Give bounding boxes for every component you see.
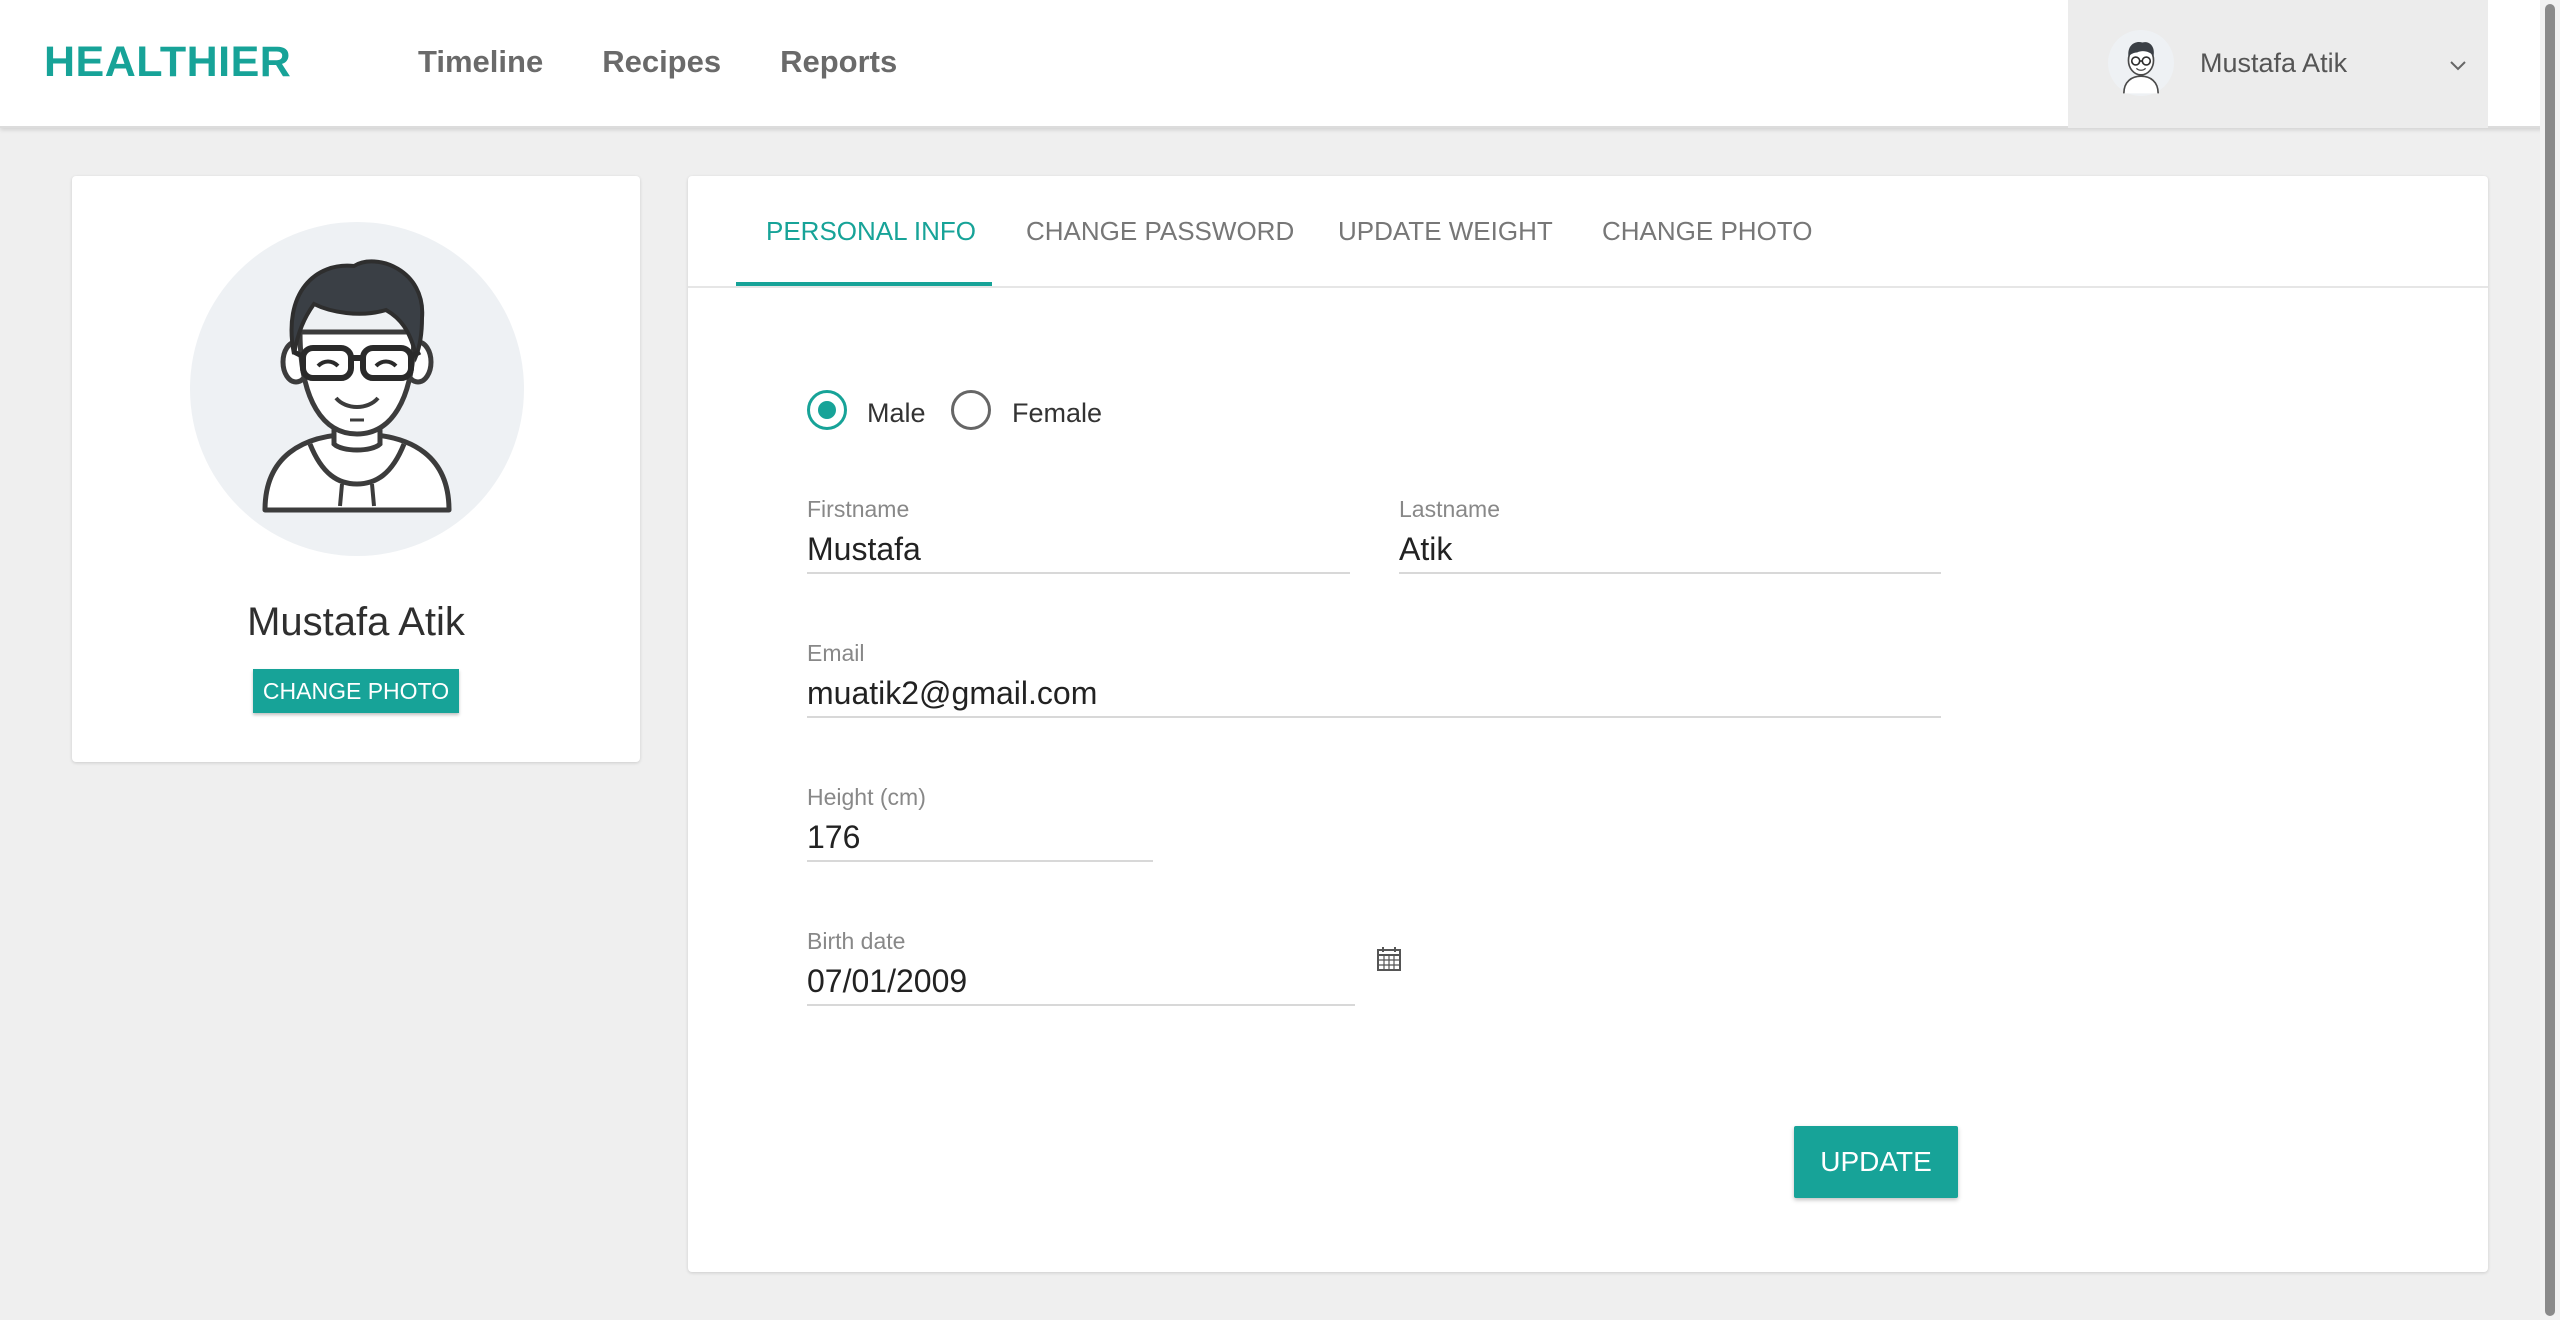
tab-change-password[interactable]: CHANGE PASSWORD xyxy=(1026,216,1294,247)
tab-bar: PERSONAL INFO CHANGE PASSWORD UPDATE WEI… xyxy=(688,176,2488,288)
change-photo-button[interactable]: CHANGE PHOTO xyxy=(253,669,459,713)
user-name: Mustafa Atik xyxy=(2200,48,2348,78)
birthdate-input[interactable] xyxy=(807,958,1355,1006)
tab-update-weight[interactable]: UPDATE WEIGHT xyxy=(1338,216,1553,247)
main-nav: Timeline Recipes Reports xyxy=(418,44,897,80)
personal-info-card: PERSONAL INFO CHANGE PASSWORD UPDATE WEI… xyxy=(688,176,2488,1272)
top-navbar: HEALTHIER Timeline Recipes Reports Musta… xyxy=(0,0,2560,128)
firstname-input[interactable] xyxy=(807,526,1350,574)
gender-radio-female[interactable] xyxy=(951,390,991,430)
active-tab-indicator xyxy=(736,282,992,286)
gender-radio-male[interactable] xyxy=(807,390,847,430)
lastname-input[interactable] xyxy=(1399,526,1941,574)
birthdate-label: Birth date xyxy=(807,928,906,954)
tab-personal-info[interactable]: PERSONAL INFO xyxy=(766,216,976,247)
height-input[interactable] xyxy=(807,814,1153,862)
profile-avatar xyxy=(190,222,524,556)
email-label: Email xyxy=(807,640,865,666)
tab-change-photo[interactable]: CHANGE PHOTO xyxy=(1602,216,1812,247)
calendar-icon[interactable] xyxy=(1376,946,1402,972)
email-input[interactable] xyxy=(807,670,1941,718)
height-label: Height (cm) xyxy=(807,784,926,810)
brand-logo[interactable]: HEALTHIER xyxy=(44,38,291,87)
gender-label-male: Male xyxy=(867,398,926,428)
profile-card: Mustafa Atik CHANGE PHOTO xyxy=(72,176,640,762)
nav-item-reports[interactable]: Reports xyxy=(780,44,897,80)
scrollbar-thumb[interactable] xyxy=(2545,4,2555,1316)
nav-item-recipes[interactable]: Recipes xyxy=(602,44,721,80)
update-button[interactable]: UPDATE xyxy=(1794,1126,1958,1198)
firstname-label: Firstname xyxy=(807,496,910,522)
profile-name: Mustafa Atik xyxy=(247,600,465,644)
lastname-label: Lastname xyxy=(1399,496,1501,522)
page-scrollbar[interactable] xyxy=(2540,0,2560,1320)
nav-item-timeline[interactable]: Timeline xyxy=(418,44,543,80)
user-menu[interactable]: Mustafa Atik xyxy=(2068,0,2488,128)
gender-label-female: Female xyxy=(1012,398,1103,428)
chevron-down-icon xyxy=(2450,61,2466,71)
user-avatar-icon xyxy=(2108,30,2174,96)
